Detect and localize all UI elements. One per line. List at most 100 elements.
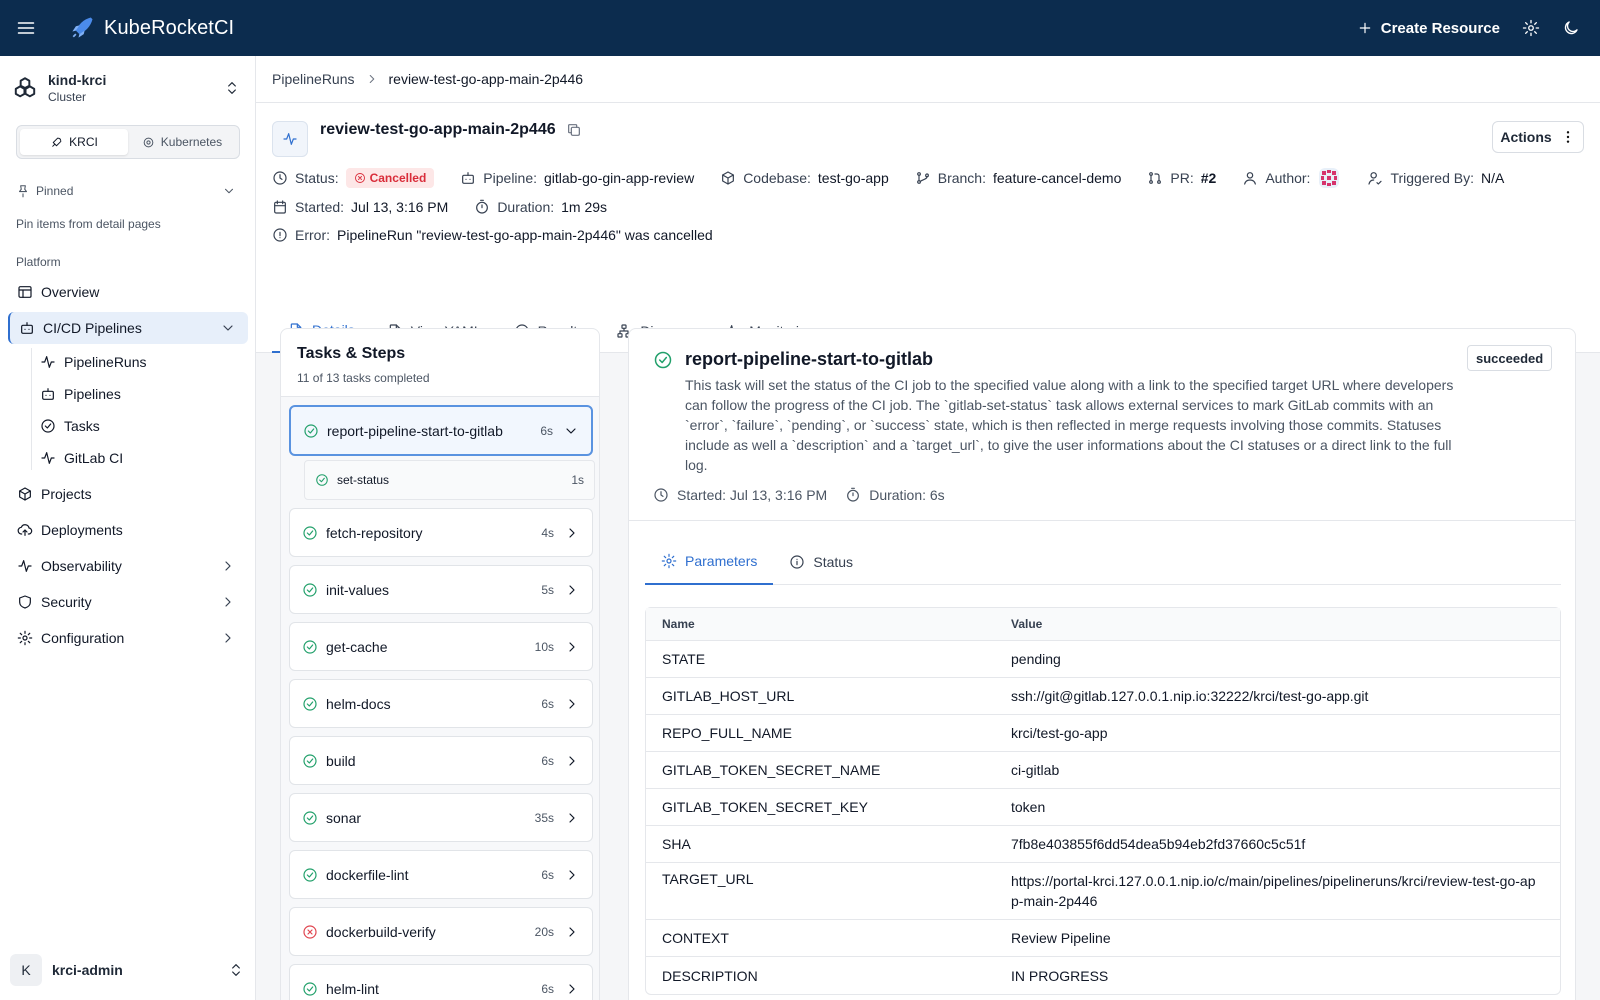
- x-circle-icon: [303, 924, 317, 939]
- meta-pr: PR: #2: [1147, 170, 1216, 186]
- task-fetch-repository[interactable]: fetch-repository 4s: [289, 508, 593, 557]
- app-logo[interactable]: KubeRocketCI: [68, 14, 234, 42]
- status-label: Status:: [295, 170, 339, 186]
- check-circle-icon: [303, 582, 317, 597]
- task-name: dockerbuild-verify: [326, 923, 436, 940]
- status-value: Cancelled: [369, 171, 427, 185]
- git-pull-request-icon: [1149, 172, 1162, 184]
- task-sonar[interactable]: sonar 35s: [289, 793, 593, 842]
- task-started-text: Started: Jul 13, 3:16 PM: [677, 487, 828, 503]
- triggered-value: N/A: [1480, 170, 1505, 186]
- create-resource-button[interactable]: Create Resource: [1357, 20, 1500, 37]
- sidebar-subitem-tasks[interactable]: Tasks: [40, 411, 240, 441]
- table-row: DESCRIPTION IN PROGRESS: [646, 957, 1560, 994]
- gear-icon: [661, 553, 677, 569]
- tab-parameters[interactable]: Parameters: [645, 539, 774, 585]
- pipeline-label: Pipeline:: [483, 170, 537, 186]
- cluster-switcher[interactable]: kind-krci Cluster: [12, 70, 244, 106]
- author-avatar-icon[interactable]: [1317, 166, 1341, 190]
- task-dockerfile-lint[interactable]: dockerfile-lint 6s: [289, 850, 593, 899]
- copy-icon[interactable]: [566, 122, 582, 138]
- meta-author: Author:: [1242, 166, 1341, 190]
- table-row: GITLAB_HOST_URL ssh://git@gitlab.127.0.0…: [646, 678, 1560, 715]
- chevron-right-icon: [569, 869, 575, 880]
- task-duration: 5s: [541, 582, 554, 597]
- main-content: PipelineRuns review-test-go-app-main-2p4…: [256, 56, 1600, 1000]
- sidebar-subitem-gitlab-ci[interactable]: GitLab CI: [40, 443, 240, 473]
- switch-krci[interactable]: KRCI: [20, 129, 128, 155]
- task-detail-panel: report-pipeline-start-to-gitlab succeede…: [628, 328, 1576, 1000]
- task-dockerbuild-verify[interactable]: dockerbuild-verify 20s: [289, 907, 593, 956]
- cloud-upload-icon: [17, 524, 33, 536]
- tasks-list: report-pipeline-start-to-gitlab 6s set-s…: [281, 397, 599, 1000]
- task-init-values[interactable]: init-values 5s: [289, 565, 593, 614]
- tasks-header: Tasks & Steps 11 of 13 tasks completed: [281, 329, 599, 397]
- user-name: krci-admin: [52, 962, 123, 978]
- parameters-table: Name Value STATE pending GITLAB_HOST_URL…: [645, 607, 1561, 995]
- sidebar-item-overview[interactable]: Overview: [8, 276, 248, 308]
- breadcrumb-pipelineruns[interactable]: PipelineRuns: [272, 71, 355, 87]
- chevron-down-icon: [224, 188, 234, 194]
- sidebar-item-observability[interactable]: Observability: [8, 550, 248, 582]
- meta-pipeline: Pipeline: gitlab-go-gin-app-review: [460, 170, 694, 186]
- task-duration-text: Duration: 6s: [869, 487, 945, 503]
- box-icon: [722, 171, 735, 185]
- sidebar-subitem-pipelines[interactable]: Pipelines: [40, 379, 240, 409]
- task-detail-header: report-pipeline-start-to-gitlab succeede…: [629, 329, 1575, 521]
- branch-value: feature-cancel-demo: [992, 170, 1122, 186]
- platform-section-label: Platform: [16, 255, 61, 269]
- param-name: REPO_FULL_NAME: [662, 725, 792, 741]
- pinned-section-toggle[interactable]: Pinned: [16, 184, 240, 198]
- hamburger-menu-icon[interactable]: [14, 16, 38, 40]
- mode-switcher: KRCI Kubernetes: [16, 125, 240, 159]
- codebase-label: Codebase:: [743, 170, 811, 186]
- sidebar-item-security[interactable]: Security: [8, 586, 248, 618]
- task-duration: 6s: [541, 753, 554, 768]
- user-menu[interactable]: K krci-admin: [8, 952, 248, 988]
- step-set-status[interactable]: set-status 1s: [304, 460, 595, 500]
- activity-icon: [41, 452, 55, 464]
- chevron-right-icon: [225, 561, 231, 571]
- duration-label: Duration:: [497, 199, 555, 215]
- sidebar-item-configuration[interactable]: Configuration: [8, 622, 248, 654]
- gear-icon[interactable]: [1522, 19, 1540, 37]
- tab-status[interactable]: Status: [773, 539, 869, 585]
- task-report-pipeline-start-to-gitlab[interactable]: report-pipeline-start-to-gitlab 6s: [289, 405, 593, 456]
- status-badge: Cancelled: [345, 168, 435, 188]
- meta-started: Started: Jul 13, 3:16 PM: [272, 199, 448, 215]
- branch-label: Branch:: [937, 170, 986, 186]
- pipeline-link[interactable]: gitlab-go-gin-app-review: [544, 170, 694, 186]
- sidebar-item-deployments[interactable]: Deployments: [8, 514, 248, 546]
- sidebar-item-label: Projects: [41, 486, 92, 502]
- task-started: Started: Jul 13, 3:16 PM: [653, 487, 827, 503]
- task-duration: Duration: 6s: [845, 487, 945, 503]
- user-icon: [1244, 172, 1257, 185]
- sidebar-subitem-pipelineruns[interactable]: PipelineRuns: [40, 347, 240, 377]
- pr-link[interactable]: #2: [1201, 170, 1217, 186]
- table-row: GITLAB_TOKEN_SECRET_KEY token: [646, 789, 1560, 826]
- column-header-name: Name: [662, 617, 695, 631]
- activity-icon: [41, 356, 55, 368]
- param-name: DESCRIPTION: [662, 967, 758, 984]
- task-build[interactable]: build 6s: [289, 736, 593, 785]
- sidebar-item-projects[interactable]: Projects: [8, 478, 248, 510]
- switch-kubernetes[interactable]: Kubernetes: [128, 129, 236, 155]
- actions-button[interactable]: Actions: [1492, 121, 1584, 153]
- table-row: CONTEXT Review Pipeline: [646, 920, 1560, 957]
- step-name: set-status: [337, 473, 390, 487]
- breadcrumb: PipelineRuns review-test-go-app-main-2p4…: [256, 56, 1600, 103]
- param-value: https://portal-krci.127.0.0.1.nip.io/c/m…: [1011, 873, 1536, 909]
- task-helm-docs[interactable]: helm-docs 6s: [289, 679, 593, 728]
- box-icon: [19, 487, 31, 501]
- moon-icon[interactable]: [1562, 19, 1580, 37]
- sidebar-item-cicd-pipelines[interactable]: CI/CD Pipelines: [8, 312, 248, 344]
- chevron-right-icon: [569, 812, 575, 823]
- check-circle-icon: [41, 419, 55, 433]
- cluster-type: Cluster: [48, 90, 87, 104]
- more-vertical-icon: [1566, 131, 1569, 143]
- task-get-cache[interactable]: get-cache 10s: [289, 622, 593, 671]
- x-circle-icon: [354, 173, 365, 183]
- git-branch-icon: [916, 172, 929, 184]
- task-helm-lint[interactable]: helm-lint 6s: [289, 964, 593, 1000]
- codebase-link[interactable]: test-go-app: [818, 170, 889, 186]
